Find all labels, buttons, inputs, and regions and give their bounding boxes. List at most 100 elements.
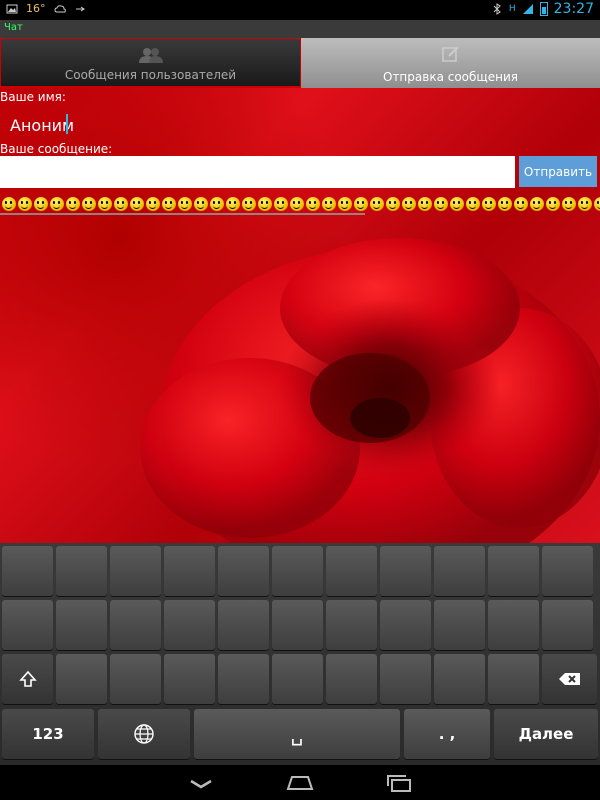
space-key[interactable]: ␣ <box>194 709 400 759</box>
smiley-icon[interactable] <box>530 197 544 211</box>
key-д[interactable] <box>434 600 485 650</box>
smiley-icon[interactable] <box>130 197 144 211</box>
key-х[interactable] <box>542 546 593 596</box>
smiley-icon[interactable] <box>210 197 224 211</box>
smiley-icon[interactable] <box>98 197 112 211</box>
key-й[interactable] <box>2 546 53 596</box>
enter-key[interactable]: Далее <box>494 709 598 759</box>
key-р[interactable] <box>272 600 323 650</box>
smiley-icon[interactable] <box>258 197 272 211</box>
smiley-icon[interactable] <box>562 197 576 211</box>
key-у[interactable] <box>110 546 161 596</box>
smiley-icon[interactable] <box>594 197 600 211</box>
smiley-icon[interactable] <box>354 197 368 211</box>
key-к[interactable] <box>164 546 215 596</box>
smiley-icon[interactable] <box>386 197 400 211</box>
text-cursor <box>66 114 68 134</box>
key-ж[interactable] <box>488 600 539 650</box>
smiley-icon[interactable] <box>82 197 96 211</box>
key-ф[interactable] <box>2 600 53 650</box>
name-input[interactable] <box>4 112 244 138</box>
smiley-icon[interactable] <box>18 197 32 211</box>
smiley-icon[interactable] <box>466 197 480 211</box>
smiley-icon[interactable] <box>546 197 560 211</box>
emoji-picker-strip[interactable] <box>0 194 600 214</box>
smiley-icon[interactable] <box>498 197 512 211</box>
key-л[interactable] <box>380 600 431 650</box>
punctuation-key[interactable]: . , <box>404 709 490 759</box>
gallery-icon <box>6 4 18 13</box>
send-button[interactable]: Отправить <box>519 156 597 187</box>
smiley-icon[interactable] <box>450 197 464 211</box>
smiley-icon[interactable] <box>370 197 384 211</box>
key-н[interactable] <box>272 546 323 596</box>
recents-icon[interactable] <box>382 771 418 795</box>
key-з[interactable] <box>488 546 539 596</box>
battery-icon <box>539 2 548 16</box>
message-input[interactable] <box>0 156 515 188</box>
tab-user-messages[interactable]: Сообщения пользователей <box>0 38 301 88</box>
smiley-icon[interactable] <box>514 197 528 211</box>
key-с[interactable] <box>164 654 215 704</box>
smiley-icon[interactable] <box>338 197 352 211</box>
smiley-icon[interactable] <box>2 197 16 211</box>
smiley-icon[interactable] <box>306 197 320 211</box>
navigation-bar <box>0 765 600 800</box>
tab-bar: Сообщения пользователей Отправка сообщен… <box>0 38 600 88</box>
smiley-icon[interactable] <box>578 197 592 211</box>
smiley-icon[interactable] <box>162 197 176 211</box>
smiley-icon[interactable] <box>66 197 80 211</box>
compose-panel: Ваше имя: Ваше сообщение: Отправить <box>0 88 600 543</box>
key-в[interactable] <box>110 600 161 650</box>
smiley-icon[interactable] <box>34 197 48 211</box>
key-м[interactable] <box>218 654 269 704</box>
key-п[interactable] <box>218 600 269 650</box>
smiley-icon[interactable] <box>226 197 240 211</box>
smiley-icon[interactable] <box>402 197 416 211</box>
key-а[interactable] <box>164 600 215 650</box>
key-ш[interactable] <box>380 546 431 596</box>
smiley-icon[interactable] <box>242 197 256 211</box>
key-ь[interactable] <box>380 654 431 704</box>
compose-icon <box>441 46 459 62</box>
key-э[interactable] <box>542 600 593 650</box>
backspace-key[interactable] <box>542 654 597 704</box>
key-о[interactable] <box>326 600 377 650</box>
tab-label: Сообщения пользователей <box>64 68 237 82</box>
key-т[interactable] <box>326 654 377 704</box>
key-щ[interactable] <box>434 546 485 596</box>
emoji-scrollbar[interactable] <box>0 213 365 215</box>
language-key[interactable] <box>98 709 190 759</box>
key-ц[interactable] <box>56 546 107 596</box>
usb-icon <box>75 6 85 11</box>
smiley-icon[interactable] <box>322 197 336 211</box>
smiley-icon[interactable] <box>178 197 192 211</box>
smiley-icon[interactable] <box>482 197 496 211</box>
smiley-icon[interactable] <box>274 197 288 211</box>
key-и[interactable] <box>272 654 323 704</box>
backspace-icon <box>558 673 580 685</box>
back-icon[interactable] <box>183 771 219 795</box>
status-bar: 16° H 23:27 <box>0 0 600 20</box>
key-ч[interactable] <box>110 654 161 704</box>
smiley-icon[interactable] <box>434 197 448 211</box>
smiley-icon[interactable] <box>194 197 208 211</box>
shift-icon <box>18 670 37 687</box>
smiley-icon[interactable] <box>50 197 64 211</box>
globe-icon <box>134 724 154 744</box>
key-б[interactable] <box>434 654 485 704</box>
smiley-icon[interactable] <box>290 197 304 211</box>
network-type: H <box>508 4 516 14</box>
tab-send-message[interactable]: Отправка сообщения <box>301 38 600 88</box>
key-г[interactable] <box>326 546 377 596</box>
smiley-icon[interactable] <box>418 197 432 211</box>
numbers-key[interactable]: 123 <box>2 709 94 759</box>
home-icon[interactable] <box>282 771 318 795</box>
key-ы[interactable] <box>56 600 107 650</box>
key-ю[interactable] <box>488 654 539 704</box>
smiley-icon[interactable] <box>146 197 160 211</box>
shift-key[interactable] <box>2 654 53 704</box>
smiley-icon[interactable] <box>114 197 128 211</box>
key-е[interactable] <box>218 546 269 596</box>
key-я[interactable] <box>56 654 107 704</box>
